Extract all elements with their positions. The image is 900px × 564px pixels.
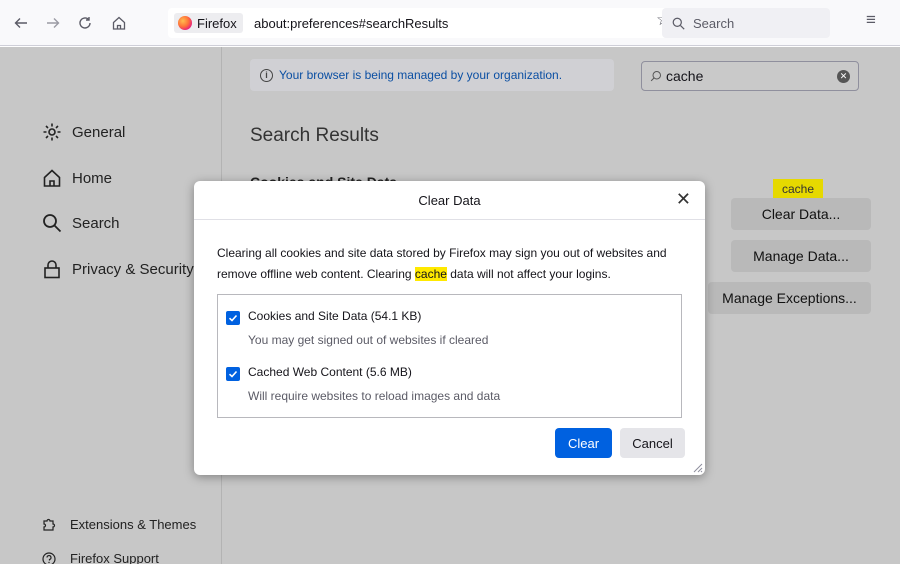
cache-checkbox[interactable] (226, 367, 240, 381)
home-button[interactable] (106, 10, 132, 36)
sidebar-item-label: Search (72, 214, 120, 232)
option-cookies[interactable]: Cookies and Site Data (54.1 KB) You may … (226, 309, 488, 347)
search-icon (672, 17, 685, 30)
identity-label: Firefox (197, 15, 237, 31)
reload-button[interactable] (72, 10, 98, 36)
page-title: Search Results (250, 125, 379, 146)
arrow-left-icon (14, 18, 27, 28)
option-cached-content[interactable]: Cached Web Content (5.6 MB) Will require… (226, 365, 500, 403)
sidebar-item-label: Extensions & Themes (70, 517, 197, 532)
sidebar-item-label: Home (72, 169, 113, 187)
clear-data-button[interactable]: Clear Data... (731, 198, 871, 230)
cookies-checkbox[interactable] (226, 311, 240, 325)
search-match-tooltip: cache (773, 179, 823, 198)
cache-hint: Will require websites to reload images a… (248, 389, 501, 403)
sidebar-item-label: Privacy & Security (72, 260, 194, 278)
sidebar-item-general[interactable]: General (42, 122, 125, 142)
puzzle-icon (43, 518, 56, 531)
back-button[interactable] (8, 10, 34, 36)
reload-icon (79, 17, 91, 29)
manage-exceptions-label: Manage Exceptions... (722, 290, 857, 306)
sidebar: General Home Search Privacy & Security E… (0, 47, 222, 564)
sidebar-item-search[interactable]: Search (42, 213, 120, 233)
sidebar-item-label: General (72, 123, 126, 141)
forward-button[interactable] (40, 10, 66, 36)
cookies-label: Cookies and Site Data (54.1 KB) (248, 309, 422, 323)
search-icon (650, 71, 661, 82)
cancel-button-label: Cancel (632, 435, 673, 451)
cancel-button[interactable]: Cancel (620, 428, 685, 458)
info-icon: i (260, 68, 273, 82)
help-icon (42, 551, 56, 564)
sidebar-item-privacy[interactable]: Privacy & Security (42, 259, 194, 279)
gear-icon (43, 123, 61, 141)
close-icon[interactable]: ✕ (676, 189, 691, 210)
browser-toolbar: Firefox about:preferences#searchResults … (0, 0, 900, 46)
policy-notice[interactable]: i Your browser is being managed by your … (250, 59, 614, 91)
firefox-logo-icon (178, 16, 192, 30)
clear-button[interactable]: Clear (555, 428, 612, 458)
sidebar-item-home[interactable]: Home (42, 168, 112, 188)
cookies-hint: You may get signed out of websites if cl… (248, 333, 489, 347)
lock-icon (44, 260, 60, 279)
sidebar-item-support[interactable]: Firefox Support (42, 551, 159, 564)
manage-exceptions-button[interactable]: Manage Exceptions... (708, 282, 871, 314)
home-icon (43, 169, 61, 187)
search-placeholder: Search (693, 15, 735, 31)
identity-box[interactable]: Firefox (174, 13, 243, 33)
dialog-description: Clearing all cookies and site data store… (217, 243, 687, 285)
cache-label: Cached Web Content (5.6 MB) (248, 365, 412, 379)
sidebar-item-extensions[interactable]: Extensions & Themes (42, 517, 196, 532)
checkmark-icon (228, 314, 238, 322)
dialog-description-part2: data will not affect your logins. (446, 267, 611, 281)
resize-grip-icon[interactable] (691, 461, 703, 473)
search-bar[interactable]: Search (662, 8, 830, 38)
checkmark-icon (228, 370, 238, 378)
clear-search-icon[interactable]: ✕ (837, 70, 850, 83)
find-in-preferences-input[interactable]: cache ✕ (641, 61, 859, 91)
manage-data-button[interactable]: Manage Data... (731, 240, 871, 272)
url-text[interactable]: about:preferences#searchResults (254, 16, 448, 31)
find-value: cache (666, 68, 704, 84)
home-icon (112, 16, 126, 30)
clear-options-group: Cookies and Site Data (54.1 KB) You may … (217, 294, 682, 418)
search-icon (43, 214, 62, 233)
clear-button-label: Clear (567, 435, 600, 451)
arrow-right-icon (47, 18, 60, 28)
clear-data-label: Clear Data... (761, 206, 841, 222)
manage-data-label: Manage Data... (753, 248, 849, 264)
search-highlight: cache (414, 267, 447, 281)
dialog-title: Clear Data (194, 181, 705, 220)
sidebar-item-label: Firefox Support (70, 551, 159, 564)
clear-data-dialog: Clear Data ✕ Clearing all cookies and si… (194, 181, 705, 475)
policy-notice-text: Your browser is being managed by your or… (279, 68, 563, 82)
hamburger-menu-icon[interactable]: ≡ (866, 10, 876, 30)
